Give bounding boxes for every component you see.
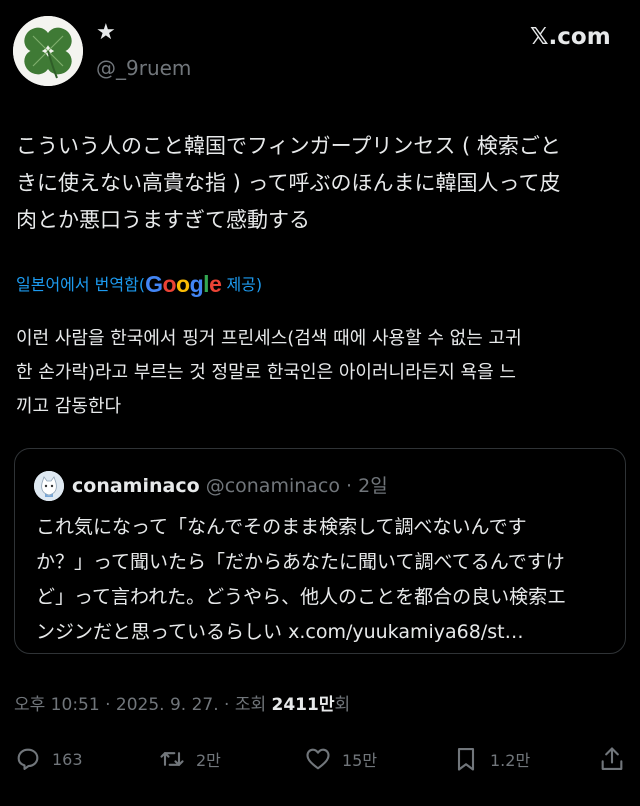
share-icon xyxy=(601,747,623,770)
like-button[interactable]: 15만 xyxy=(304,742,377,776)
x-logo: 𝕏.com xyxy=(530,24,611,50)
repost-icon xyxy=(160,752,184,766)
repost-count: 2만 xyxy=(196,751,221,770)
quote-time[interactable]: 2일 xyxy=(358,475,388,497)
quote-header: conaminaco @conaminaco · 2일 xyxy=(72,473,388,499)
translation-label-suffix: 제공) xyxy=(221,275,263,294)
four-leaf-clover-icon xyxy=(13,16,83,86)
bookmark-icon xyxy=(457,748,475,771)
translation-label[interactable]: 일본어에서 번역함(Google 제공) xyxy=(16,272,262,297)
cat-avatar-icon xyxy=(34,471,64,501)
quote-author-name[interactable]: conaminaco xyxy=(72,475,200,497)
like-count: 15만 xyxy=(342,751,378,770)
tweet-text: こういう人のこと韓国でフィンガープリンセス ( 検索ごと きに使えない高貴な指 … xyxy=(16,134,561,232)
share-button[interactable] xyxy=(598,742,626,776)
bookmark-button[interactable]: 1.2만 xyxy=(452,742,530,776)
translated-text: 이런 사람을 한국에서 핑거 프린세스(검색 때에 사용할 수 없는 고귀 한 … xyxy=(16,328,522,417)
google-logo-text: Google xyxy=(145,271,222,297)
reply-icon xyxy=(17,748,39,770)
heart-icon xyxy=(306,748,330,770)
repost-button[interactable]: 2만 xyxy=(158,742,221,776)
reply-button[interactable]: 163 xyxy=(14,742,83,776)
tweet-meta: 오후 10:51 · 2025. 9. 27. · 조회 2411만회 xyxy=(14,693,350,717)
quote-separator: · xyxy=(340,475,359,497)
translation-label-prefix: 일본어에서 번역함( xyxy=(16,275,146,294)
bookmark-count: 1.2만 xyxy=(490,751,531,770)
quote-author-handle[interactable]: @conaminaco xyxy=(206,475,340,497)
author-avatar[interactable] xyxy=(13,16,83,86)
quote-author-avatar[interactable] xyxy=(34,471,64,501)
reply-count: 163 xyxy=(52,749,83,769)
quote-text: これ気になって「なんでそのまま検索して調べないんです か？」って聞いたら「だから… xyxy=(36,516,567,643)
views-suffix: 회 xyxy=(334,695,351,715)
google-logo: Google xyxy=(145,271,222,297)
author-display-name[interactable]: ★ xyxy=(96,22,116,44)
tweet-timestamp[interactable]: 오후 10:51 · 2025. 9. 27. · 조회 xyxy=(14,695,272,715)
views-count: 2411만 xyxy=(271,695,335,715)
author-handle[interactable]: @_9ruem xyxy=(96,58,191,78)
